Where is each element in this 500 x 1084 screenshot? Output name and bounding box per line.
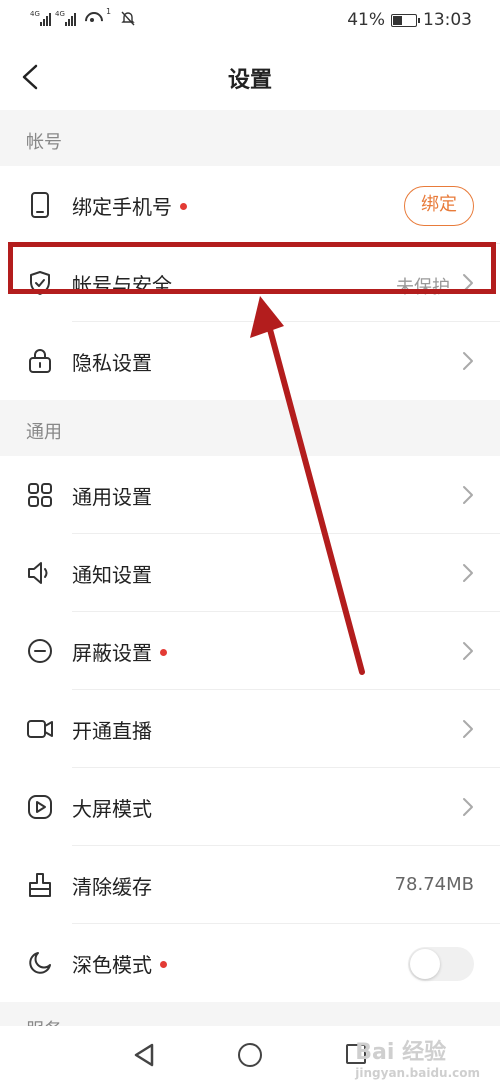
phone-icon: [26, 191, 54, 219]
section-label: 服务: [26, 1016, 62, 1026]
red-dot-badge: [160, 961, 167, 968]
signal-icon-2: 4G: [55, 10, 76, 26]
status-icons-left: 4G 4G 1: [30, 7, 135, 26]
dark-mode-toggle[interactable]: [408, 947, 474, 981]
privacy-settings-row[interactable]: 隐私设置: [0, 322, 500, 400]
notification-settings-label: 通知设置: [72, 563, 152, 587]
general-settings-row[interactable]: 通用设置: [0, 456, 500, 534]
clear-cache-row[interactable]: 清除缓存 78.74MB: [0, 846, 500, 924]
system-nav-bar: Bai 经验 jingyan.baidu.com: [0, 1026, 500, 1084]
open-live-label: 开通直播: [72, 719, 152, 743]
video-camera-icon: [26, 715, 54, 743]
nav-back-icon[interactable]: [132, 1042, 156, 1072]
network-type-label: 4G: [30, 10, 40, 18]
red-dot-badge: [160, 649, 167, 656]
red-dot-badge: [180, 203, 187, 210]
brush-icon: [26, 871, 54, 899]
cache-size: 78.74MB: [394, 874, 474, 895]
chevron-right-icon: [462, 719, 474, 739]
chevron-right-icon: [462, 563, 474, 583]
bind-button[interactable]: 绑定: [404, 186, 474, 226]
page-title: 设置: [227, 68, 272, 93]
network-type-label-2: 4G: [55, 10, 65, 18]
dark-mode-label: 深色模式: [72, 949, 167, 978]
signal-icon: 4G: [30, 10, 51, 26]
clear-cache-label: 清除缓存: [72, 875, 152, 899]
hotspot-icon: [84, 10, 102, 26]
speaker-icon: [26, 559, 54, 587]
block-icon: [26, 637, 54, 665]
baidu-watermark: Bai 经验 jingyan.baidu.com: [355, 1040, 480, 1080]
bind-phone-label: 绑定手机号: [72, 191, 187, 220]
grid-icon: [26, 481, 54, 509]
toggle-knob: [410, 949, 440, 979]
block-settings-label: 屏蔽设置: [72, 637, 167, 666]
chevron-right-icon: [462, 485, 474, 505]
section-header-account: 帐号: [0, 110, 500, 166]
bind-phone-row[interactable]: 绑定手机号 绑定: [0, 166, 500, 244]
big-screen-row[interactable]: 大屏模式: [0, 768, 500, 846]
status-bar: 4G 4G 1 41% 13:03: [0, 0, 500, 44]
moon-icon: [26, 949, 54, 977]
notification-settings-row[interactable]: 通知设置: [0, 534, 500, 612]
clock: 13:03: [423, 10, 472, 30]
open-live-row[interactable]: 开通直播: [0, 690, 500, 768]
lock-icon: [26, 347, 54, 375]
battery-percent: 41%: [347, 10, 385, 30]
battery-level: [393, 15, 402, 25]
section-label: 通用: [26, 422, 62, 443]
notification-count: 1: [106, 7, 112, 16]
chevron-right-icon: [462, 351, 474, 371]
privacy-settings-label: 隐私设置: [72, 351, 152, 375]
section-header-service: 服务: [0, 1002, 500, 1026]
chevron-right-icon: [462, 641, 474, 661]
battery-icon: [391, 13, 420, 27]
app-header: 设置: [0, 44, 500, 110]
nav-home-icon[interactable]: [238, 1043, 262, 1067]
general-settings-label: 通用设置: [72, 485, 152, 509]
section-label: 帐号: [26, 132, 62, 153]
dark-mode-row: 深色模式: [0, 924, 500, 1002]
play-icon: [26, 793, 54, 821]
big-screen-label: 大屏模式: [72, 797, 152, 821]
highlight-box: [8, 242, 496, 294]
block-settings-row[interactable]: 屏蔽设置: [0, 612, 500, 690]
section-header-general: 通用: [0, 400, 500, 456]
chevron-right-icon: [462, 797, 474, 817]
mute-bell-icon: [121, 10, 135, 26]
status-icons-right: 41% 13:03: [347, 10, 472, 30]
